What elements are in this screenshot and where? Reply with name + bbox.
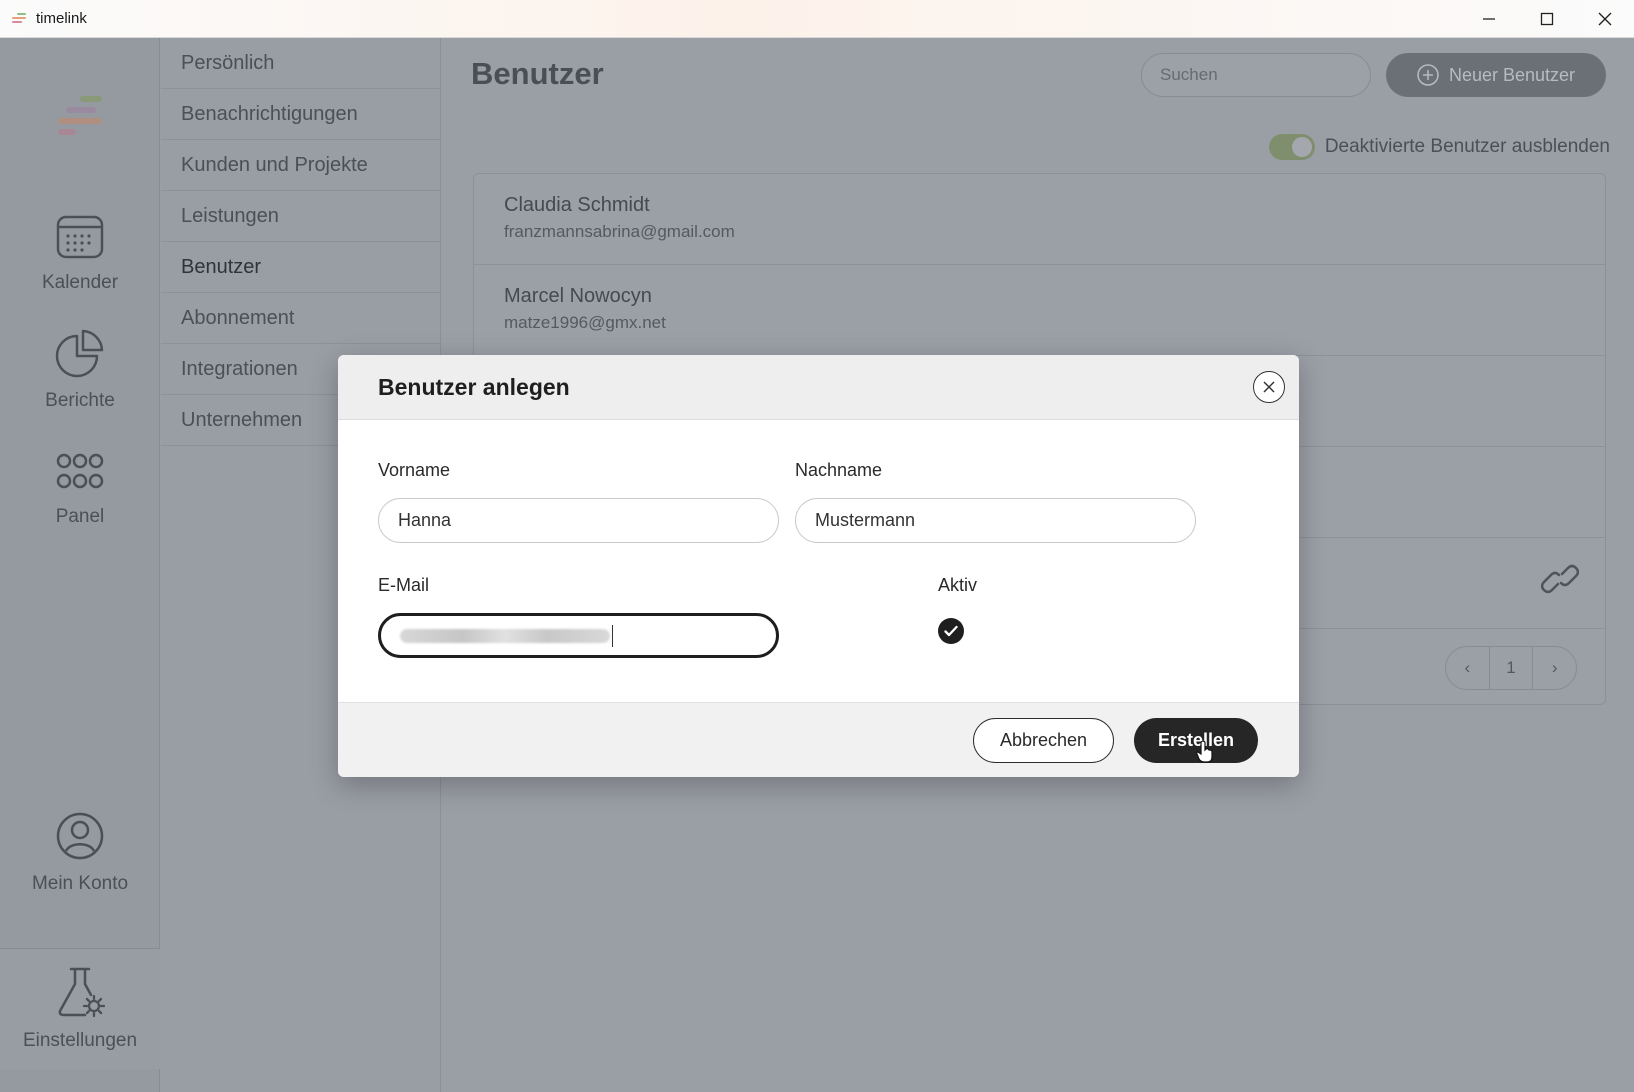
create-user-dialog: Benutzer anlegen Vorname Hanna Nachname …: [338, 355, 1299, 777]
close-icon: [1263, 381, 1275, 393]
new-user-button[interactable]: Neuer Benutzer: [1386, 53, 1606, 97]
submenu-item-benachrichtigungen[interactable]: Benachrichtigungen: [161, 89, 440, 140]
email-field[interactable]: [378, 613, 779, 658]
cancel-button[interactable]: Abbrechen: [973, 718, 1114, 763]
rail-item-label: Einstellungen: [22, 1030, 138, 1051]
list-item[interactable]: Claudia Schmidt franzmannsabrina@gmail.c…: [474, 174, 1605, 265]
minimize-button[interactable]: [1460, 0, 1518, 38]
hand-cursor-icon: [1196, 741, 1213, 763]
link-icon[interactable]: [1541, 564, 1579, 594]
dialog-body: Vorname Hanna Nachname Mustermann E-Mail…: [338, 420, 1299, 702]
close-icon: [1598, 12, 1612, 26]
pagination: ‹ 1 ›: [1445, 646, 1577, 690]
rail-item-mein-konto[interactable]: Mein Konto: [0, 811, 160, 895]
email-label: E-Mail: [378, 575, 430, 595]
rail-item-berichte[interactable]: Berichte: [0, 328, 160, 412]
user-email: franzmannsabrina@gmail.com: [504, 222, 735, 241]
hide-inactive-toggle-row: Deaktivierte Benutzer ausblenden: [1268, 134, 1610, 160]
close-window-button[interactable]: [1576, 0, 1634, 38]
brand-logo-icon: [58, 96, 106, 140]
submenu-item-leistungen[interactable]: Leistungen: [161, 191, 440, 242]
minimize-icon: [1483, 18, 1495, 20]
submenu-item-benutzer[interactable]: Benutzer: [161, 242, 440, 293]
user-name: Marcel Nowocyn: [504, 285, 652, 307]
list-item[interactable]: Marcel Nowocyn matze1996@gmx.net: [474, 265, 1605, 356]
maximize-icon: [1540, 12, 1554, 26]
flask-gear-icon: [58, 967, 105, 1018]
app-logo-icon: [12, 12, 28, 26]
rail-item-label: Panel: [55, 506, 105, 527]
first-name-field[interactable]: Hanna: [378, 498, 779, 543]
submenu-item-persoenlich[interactable]: Persönlich: [161, 38, 440, 89]
search-input[interactable]: Suchen: [1141, 53, 1371, 97]
rail-item-einstellungen[interactable]: Einstellungen: [0, 966, 160, 1052]
new-user-label: Neuer Benutzer: [1448, 64, 1576, 85]
rail-item-label: Kalender: [41, 272, 119, 293]
submenu-item-abonnement[interactable]: Abonnement: [161, 293, 440, 344]
pagination-prev-button[interactable]: ‹: [1446, 647, 1489, 689]
rail-item-label: Berichte: [45, 390, 115, 411]
pie-chart-icon: [55, 329, 104, 378]
checkmark-icon: [944, 625, 958, 637]
first-name-label: Vorname: [378, 460, 451, 480]
active-checkbox[interactable]: [938, 618, 964, 644]
plus-circle-icon: [1417, 64, 1439, 86]
rail-item-panel[interactable]: Panel: [0, 450, 160, 528]
maximize-button[interactable]: [1518, 0, 1576, 38]
dialog-header: Benutzer anlegen: [338, 355, 1299, 420]
user-circle-icon: [56, 812, 104, 860]
user-name: Claudia Schmidt: [504, 194, 650, 216]
last-name-field[interactable]: Mustermann: [795, 498, 1196, 543]
main-navigation-rail: Kalender Berichte Panel Mein Konto Einst…: [0, 38, 160, 1092]
window-titlebar: timelink: [0, 0, 1634, 38]
submenu-item-kunden-und-projekte[interactable]: Kunden und Projekte: [161, 140, 440, 191]
dialog-title: Benutzer anlegen: [378, 373, 570, 400]
dialog-footer: Abbrechen Erstellen: [338, 702, 1299, 777]
last-name-label: Nachname: [795, 460, 883, 480]
window-title: timelink: [36, 10, 87, 27]
dialog-close-button[interactable]: [1253, 371, 1285, 403]
active-label: Aktiv: [938, 575, 978, 595]
rail-item-kalender[interactable]: Kalender: [0, 210, 160, 294]
text-caret: [612, 624, 613, 647]
pagination-current-page[interactable]: 1: [1488, 647, 1534, 689]
user-email: matze1996@gmx.net: [504, 313, 666, 332]
page-title: Benutzer: [471, 56, 604, 91]
pagination-next-button[interactable]: ›: [1533, 647, 1576, 689]
rail-item-label: Mein Konto: [31, 873, 129, 894]
hide-inactive-toggle[interactable]: [1268, 134, 1315, 160]
grid-dots-icon: [56, 453, 104, 489]
email-redacted-value: [400, 628, 610, 643]
toggle-label: Deaktivierte Benutzer ausblenden: [1324, 136, 1610, 157]
calendar-icon: [56, 215, 104, 259]
